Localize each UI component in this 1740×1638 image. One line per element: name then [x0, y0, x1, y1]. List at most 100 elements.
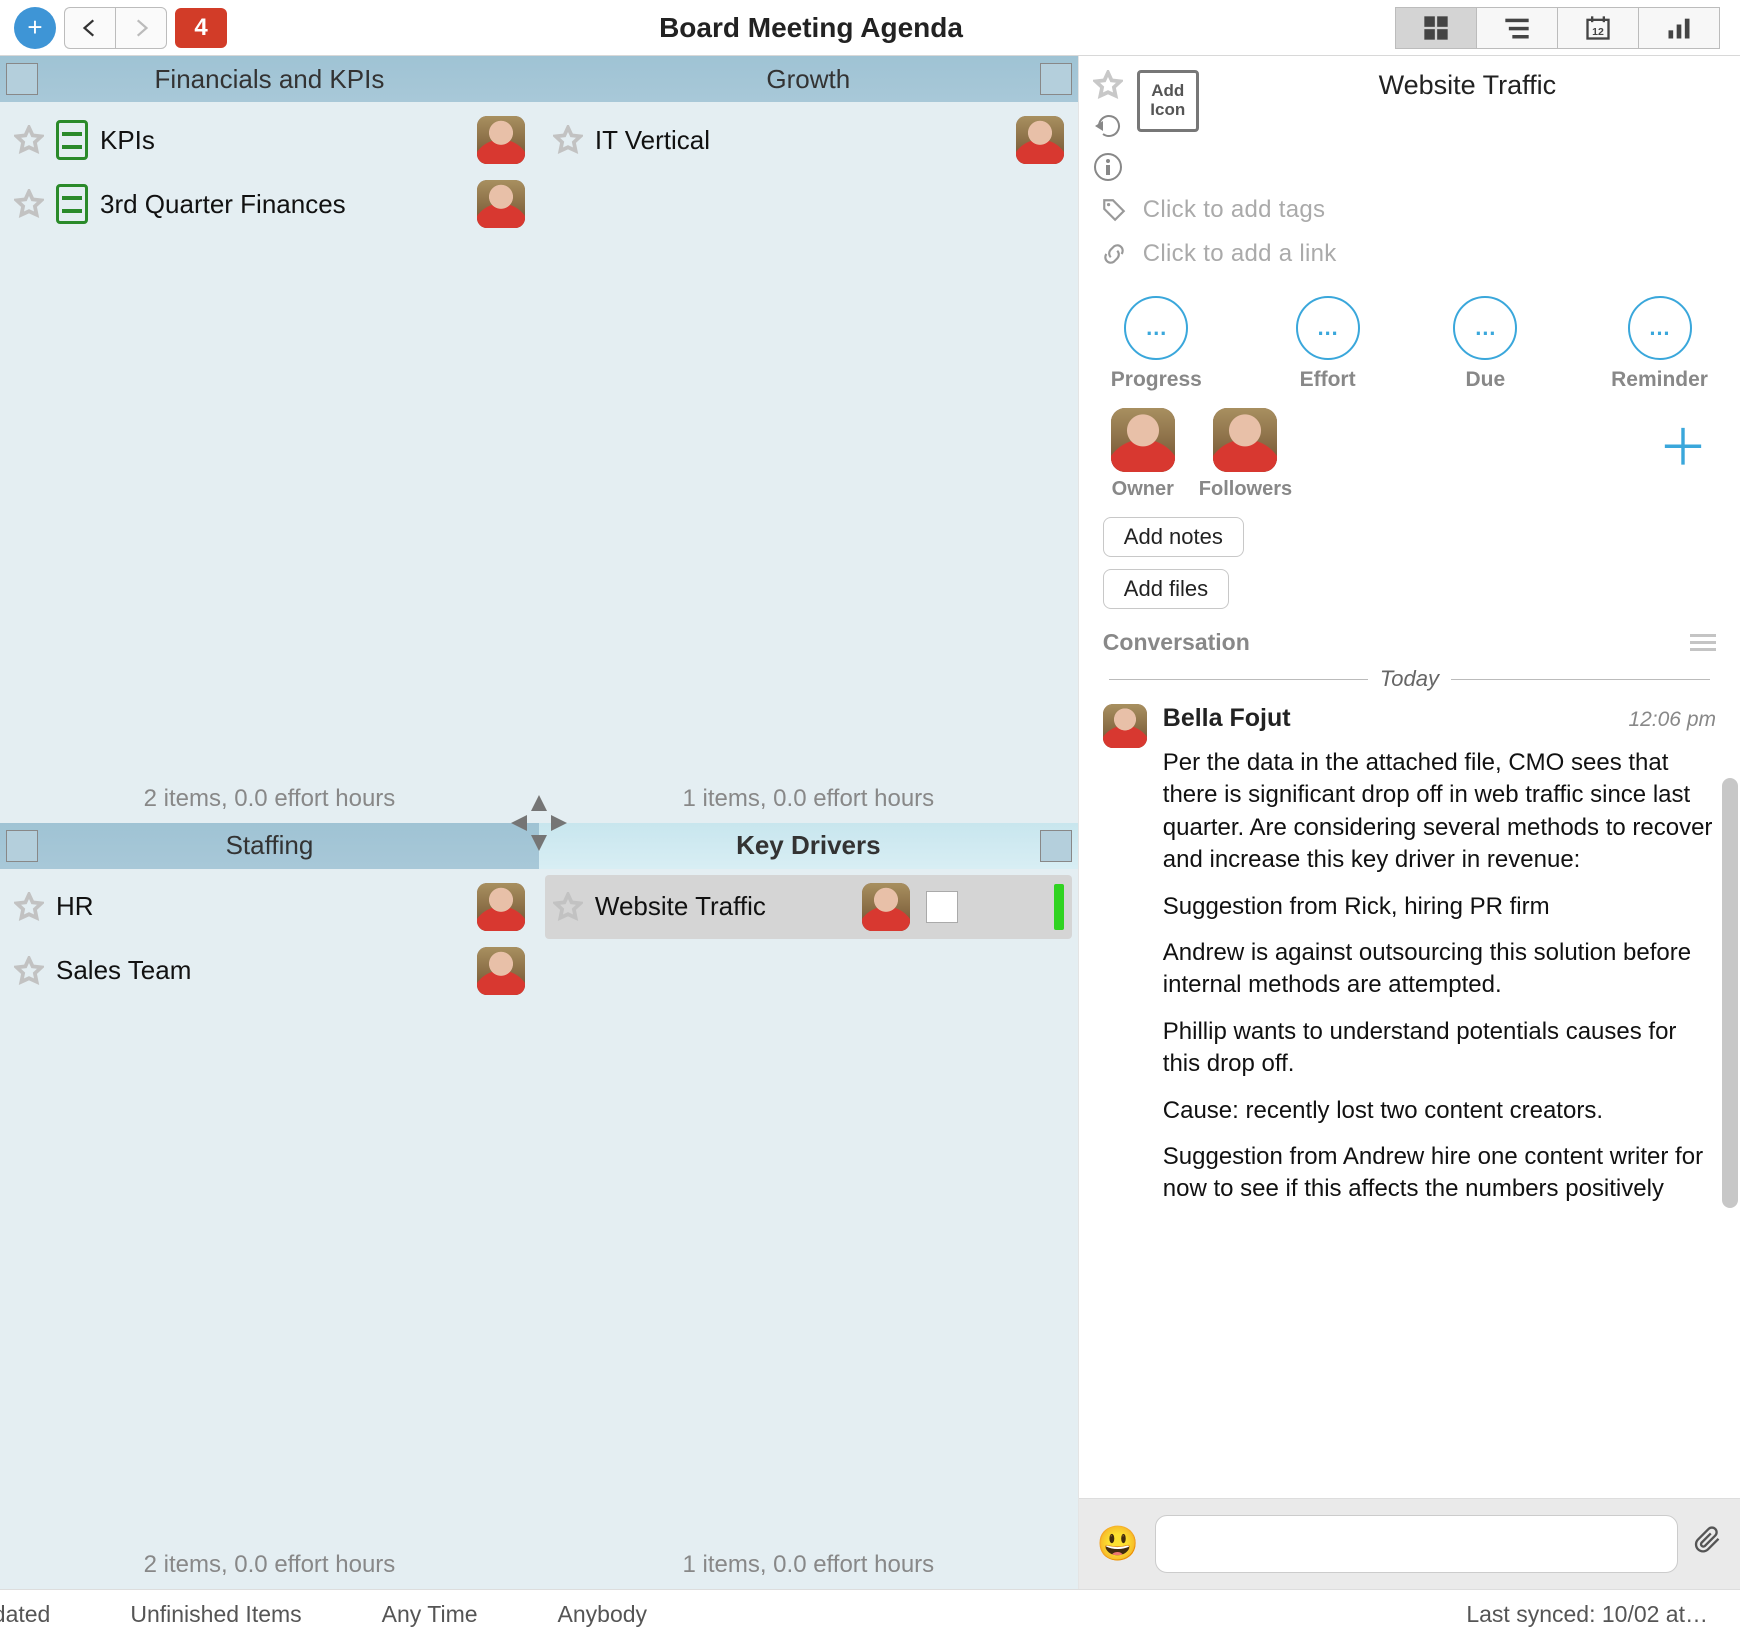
follower-avatar[interactable]: [1213, 408, 1277, 472]
message-paragraph: Cause: recently lost two content creator…: [1163, 1095, 1716, 1127]
quadrant-footer: 1 items, 0.0 effort hours: [539, 779, 1078, 823]
quadrant-header-financials[interactable]: Financials and KPIs: [0, 56, 539, 102]
status-bar: pdated Unfinished Items Any Time Anybody…: [0, 1589, 1740, 1638]
card-title: IT Vertical: [595, 125, 710, 156]
tags-placeholder: Click to add tags: [1143, 196, 1326, 224]
view-grid-button[interactable]: [1395, 7, 1477, 49]
quadrant-header-growth[interactable]: Growth: [539, 56, 1078, 102]
card-sales-team[interactable]: Sales Team: [6, 939, 533, 1003]
detail-title[interactable]: Website Traffic: [1213, 70, 1722, 182]
effort-button[interactable]: …: [1296, 296, 1360, 360]
prop-label: Progress: [1111, 368, 1202, 392]
quadrant-collapse-toggle[interactable]: [1040, 63, 1072, 95]
card-website-traffic[interactable]: Website Traffic: [545, 875, 1072, 939]
avatar[interactable]: [477, 947, 525, 995]
card-title: 3rd Quarter Finances: [100, 189, 346, 220]
status-anytime[interactable]: Any Time: [372, 1601, 488, 1628]
avatar[interactable]: [477, 180, 525, 228]
card-finances[interactable]: 3rd Quarter Finances: [6, 172, 533, 236]
star-icon[interactable]: [1093, 70, 1123, 100]
card-it-vertical[interactable]: IT Vertical: [545, 108, 1072, 172]
message-time: 12:06 pm: [1628, 708, 1716, 732]
progress-button[interactable]: …: [1124, 296, 1188, 360]
svg-text:12: 12: [1592, 26, 1604, 38]
compose-input[interactable]: [1155, 1515, 1678, 1573]
star-icon[interactable]: [14, 956, 44, 986]
star-icon[interactable]: [553, 125, 583, 155]
prop-label: Due: [1466, 368, 1506, 392]
quadrant-footer: 2 items, 0.0 effort hours: [0, 779, 539, 823]
view-chart-button[interactable]: [1639, 7, 1720, 49]
card-title: Sales Team: [56, 955, 191, 986]
add-files-button[interactable]: Add files: [1103, 569, 1229, 609]
message-paragraph: Suggestion from Andrew hire one content …: [1163, 1141, 1716, 1206]
link-row[interactable]: Click to add a link: [1079, 232, 1740, 276]
quadrant-title: Growth: [766, 64, 850, 95]
add-button[interactable]: +: [14, 7, 56, 49]
prop-label: Effort: [1300, 368, 1356, 392]
due-button[interactable]: …: [1453, 296, 1517, 360]
notification-count-badge[interactable]: 4: [175, 8, 227, 48]
status-anybody[interactable]: Anybody: [548, 1601, 658, 1628]
avatar[interactable]: [862, 883, 910, 931]
quadrant-footer: 2 items, 0.0 effort hours: [0, 1545, 539, 1589]
attachment-button[interactable]: [1694, 1525, 1722, 1563]
status-updated[interactable]: pdated: [0, 1601, 60, 1628]
conversation-label: Conversation: [1103, 629, 1250, 656]
quadrant-collapse-toggle[interactable]: [6, 830, 38, 862]
quadrant-title: Financials and KPIs: [155, 64, 385, 95]
add-icon-button[interactable]: Add Icon: [1137, 70, 1199, 132]
conversation-menu-icon[interactable]: [1690, 634, 1716, 651]
card-checkbox[interactable]: [926, 891, 958, 923]
quadrant-header-staffing[interactable]: Staffing: [0, 823, 539, 869]
quadrant-collapse-toggle[interactable]: [1040, 830, 1072, 862]
avatar[interactable]: [477, 883, 525, 931]
scrollbar-thumb[interactable]: [1722, 778, 1738, 1208]
card-kpis[interactable]: KPIs: [6, 108, 533, 172]
undo-icon[interactable]: [1093, 114, 1123, 138]
add-person-button[interactable]: ＋: [1658, 408, 1708, 480]
quadrant-title: Key Drivers: [736, 830, 881, 861]
view-calendar-button[interactable]: 12: [1558, 7, 1639, 49]
star-icon[interactable]: [14, 125, 44, 155]
card-hr[interactable]: HR: [6, 875, 533, 939]
selection-indicator: [1054, 884, 1064, 930]
page-title: Board Meeting Agenda: [227, 12, 1395, 44]
today-label: Today: [1380, 666, 1439, 692]
star-icon[interactable]: [553, 892, 583, 922]
link-placeholder: Click to add a link: [1143, 240, 1337, 268]
info-icon[interactable]: [1093, 152, 1123, 182]
person-label: Followers: [1199, 478, 1292, 501]
message-paragraph: Per the data in the attached file, CMO s…: [1163, 747, 1716, 877]
emoji-button[interactable]: 😃: [1097, 1524, 1139, 1564]
quadrant-header-key-drivers[interactable]: Key Drivers: [539, 823, 1078, 869]
message-avatar[interactable]: [1103, 704, 1147, 748]
message-author: Bella Fojut: [1163, 704, 1291, 733]
checklist-icon: [56, 184, 88, 224]
card-title: HR: [56, 891, 94, 922]
person-label: Owner: [1112, 478, 1174, 501]
tags-row[interactable]: Click to add tags: [1079, 188, 1740, 232]
nav-back-button[interactable]: [64, 7, 115, 49]
card-title: KPIs: [100, 125, 155, 156]
message-paragraph: Andrew is against outsourcing this solut…: [1163, 937, 1716, 1002]
message-paragraph: Suggestion from Rick, hiring PR firm: [1163, 891, 1716, 923]
add-notes-button[interactable]: Add notes: [1103, 517, 1244, 557]
nav-forward-button[interactable]: [115, 7, 167, 49]
prop-label: Reminder: [1611, 368, 1708, 392]
reminder-button[interactable]: …: [1628, 296, 1692, 360]
card-title: Website Traffic: [595, 891, 766, 922]
board-grid: Financials and KPIs KPIs 3rd Quarter Fin…: [0, 56, 1078, 1589]
star-icon[interactable]: [14, 892, 44, 922]
quadrant-collapse-toggle[interactable]: [6, 63, 38, 95]
avatar[interactable]: [477, 116, 525, 164]
status-unfinished[interactable]: Unfinished Items: [120, 1601, 311, 1628]
avatar[interactable]: [1016, 116, 1064, 164]
quadrant-title: Staffing: [226, 830, 314, 861]
detail-panel: Add Icon Website Traffic Click to add ta…: [1078, 56, 1740, 1589]
tag-icon: [1101, 197, 1127, 223]
status-last-synced: Last synced: 10/02 at…: [1456, 1601, 1740, 1628]
star-icon[interactable]: [14, 189, 44, 219]
owner-avatar[interactable]: [1111, 408, 1175, 472]
view-list-button[interactable]: [1477, 7, 1558, 49]
